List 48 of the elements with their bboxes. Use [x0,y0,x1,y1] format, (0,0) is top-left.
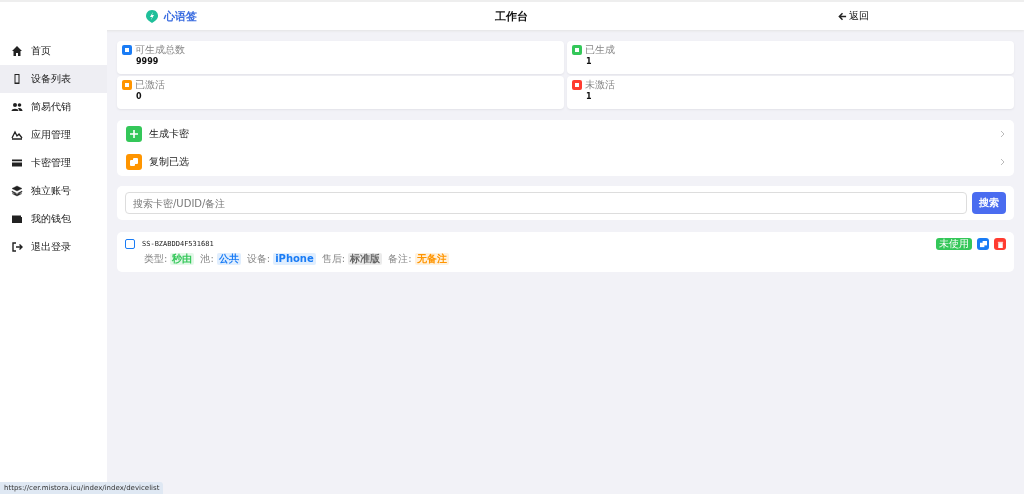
sidebar-item[interactable]: 首页 [0,37,107,65]
back-button[interactable]: 返回 [837,9,869,23]
sidebar-item[interactable]: 我的钱包 [0,205,107,233]
sidebar-item[interactable]: 设备列表 [0,65,107,93]
search-button[interactable]: 搜索 [972,192,1006,214]
tag: iPhone [273,253,316,265]
page-title: 工作台 [494,8,530,24]
tag: 标准版 [348,253,383,265]
leaf-logo-icon [144,9,159,23]
tag-key: 类型: [144,252,168,266]
delete-button[interactable] [994,238,1006,250]
stat-value: 1 [586,56,593,67]
sidebar-item[interactable]: 独立账号 [0,177,107,205]
back-arrow-icon [837,11,847,21]
tag-key: 售后: [321,252,346,266]
stat-label: 未激活 [585,79,615,90]
chevron-icon [1000,130,1005,138]
stat-label: 可生成总数 [135,44,185,55]
copy-button[interactable] [977,238,989,250]
tag-key: 池: [200,252,214,266]
checkbox[interactable] [125,239,135,249]
action-item[interactable]: 复制已选 [126,148,1005,176]
stat-value: 0 [136,91,143,102]
sidebar-item[interactable]: 退出登录 [0,233,107,261]
stat-value: 9999 [136,56,160,67]
sidebar-item[interactable]: 简易代销 [0,93,107,121]
tag-key: 设备: [246,252,271,266]
logout-icon [11,241,23,253]
apps-icon [11,129,23,141]
layers-icon [11,185,23,197]
card-icon [11,157,23,169]
sidebar-item[interactable]: 卡密管理 [0,149,107,177]
tag: 无备注 [414,253,449,265]
stat-value: 1 [586,91,593,102]
tag-key: 备注: [388,252,412,266]
wallet-icon [11,213,23,225]
action-item[interactable]: 生成卡密 [126,120,1005,148]
brand-name: 心语签 [163,8,197,24]
tag: 秒由 [170,253,195,265]
stat-label: 已生成 [585,44,615,55]
stat-label: 已激活 [135,79,165,90]
home-icon [11,45,23,57]
tag: 公共 [216,253,241,265]
chevron-icon [1000,158,1005,166]
sidebar-item[interactable]: 应用管理 [0,121,107,149]
users-icon [11,101,23,113]
status-badge: 未使用 [936,238,972,250]
search-field[interactable]: 搜索卡密/UDID/备注 [125,192,967,214]
